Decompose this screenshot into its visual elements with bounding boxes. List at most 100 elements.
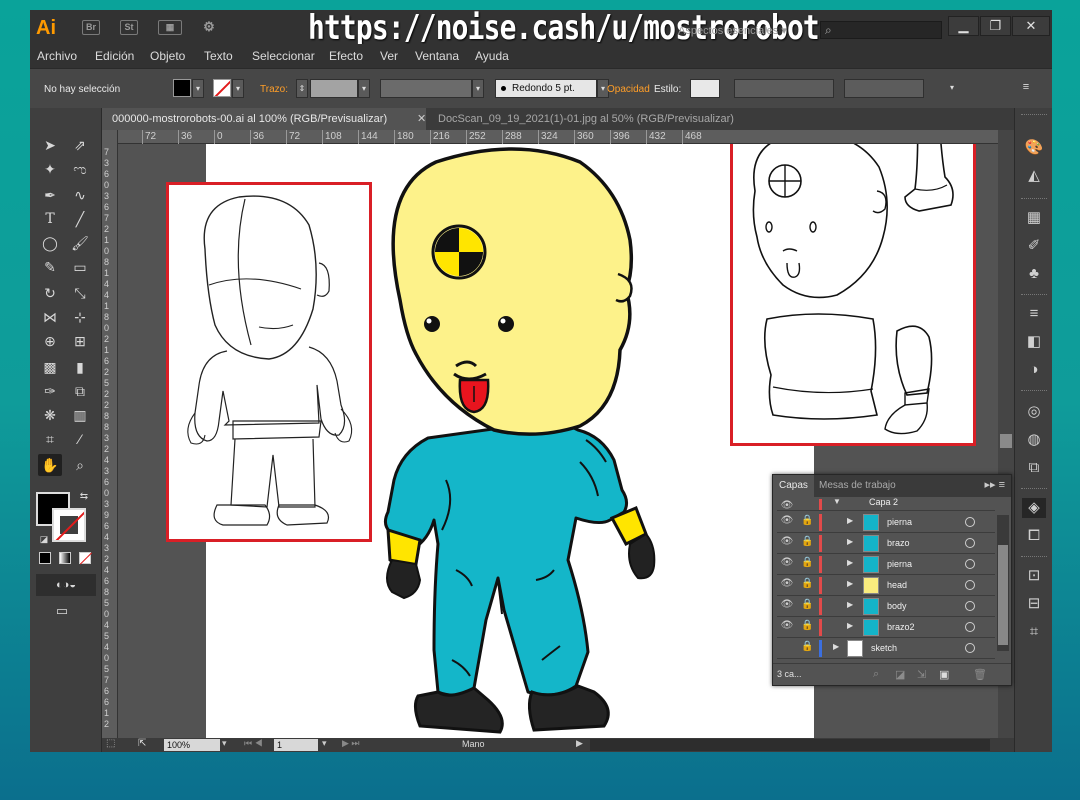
search-input[interactable]: ⌕ bbox=[820, 21, 942, 39]
gradient-panel-icon[interactable]: ◧ bbox=[1022, 332, 1046, 352]
stroke-weight-field[interactable] bbox=[310, 79, 358, 98]
locate-object-icon[interactable]: ⌕ bbox=[873, 668, 879, 681]
gpu-status-icon[interactable]: ⬚ bbox=[106, 738, 115, 749]
visibility-eye-icon[interactable]: 👁 bbox=[780, 515, 794, 526]
stock-icon[interactable]: St bbox=[120, 20, 138, 35]
pathfinder-panel-icon[interactable]: ⌗ bbox=[1022, 622, 1046, 642]
variable-width-dropdown-icon[interactable]: ▾ bbox=[472, 79, 484, 98]
menu-efecto[interactable]: Efecto bbox=[329, 49, 363, 63]
direct-selection-tool-icon[interactable]: ⇗ bbox=[68, 134, 92, 156]
mesh-tool-icon[interactable]: ▩ bbox=[38, 356, 62, 378]
graphic-style-swatch[interactable] bbox=[690, 79, 720, 98]
lasso-tool-icon[interactable]: ಌ bbox=[68, 158, 92, 180]
scale-tool-icon[interactable]: ⤡ bbox=[68, 282, 92, 304]
zoom-dropdown-icon[interactable]: ▾ bbox=[222, 738, 227, 749]
target-icon[interactable] bbox=[965, 643, 975, 653]
share-icon[interactable]: ⇱ bbox=[138, 738, 146, 749]
bridge-icon[interactable]: Br bbox=[82, 20, 100, 35]
make-clipping-mask-icon[interactable]: ◪ bbox=[895, 668, 905, 681]
visibility-eye-icon[interactable]: 👁 bbox=[780, 536, 794, 547]
slice-tool-icon[interactable]: ⁄ bbox=[68, 428, 92, 450]
gradient-mode-icon[interactable] bbox=[56, 550, 74, 566]
lock-icon[interactable]: 🔒 bbox=[801, 599, 813, 610]
paintbrush-tool-icon[interactable]: 🖌 bbox=[68, 232, 92, 254]
visibility-eye-icon[interactable]: 👁 bbox=[780, 557, 794, 568]
sketch-reference-left[interactable] bbox=[166, 182, 372, 542]
variable-width-field[interactable] bbox=[380, 79, 472, 98]
expand-arrow-icon[interactable]: ▶ bbox=[847, 516, 853, 525]
visibility-eye-icon[interactable]: 👁 bbox=[780, 620, 794, 631]
layer-row[interactable]: 👁 🔒 ▶ body bbox=[777, 596, 995, 617]
arrange-documents-icon[interactable]: ▦ bbox=[158, 20, 182, 35]
stroke-color-box[interactable] bbox=[52, 508, 86, 542]
blend-tool-icon[interactable]: ⧉ bbox=[68, 380, 92, 402]
menu-seleccionar[interactable]: Seleccionar bbox=[252, 49, 315, 63]
layers-scroll-thumb[interactable] bbox=[998, 545, 1008, 645]
visibility-eye-icon[interactable]: 👁 bbox=[780, 599, 794, 610]
lock-icon[interactable]: 🔒 bbox=[801, 641, 813, 652]
visibility-eye-icon[interactable]: 👁 bbox=[780, 500, 794, 510]
vertical-ruler[interactable]: 7360367210814418021625228832436039643246… bbox=[102, 130, 118, 738]
menu-ventana[interactable]: Ventana bbox=[415, 49, 459, 63]
expand-arrow-icon[interactable]: ▶ bbox=[847, 621, 853, 630]
target-icon[interactable] bbox=[965, 580, 975, 590]
control-bar-menu-icon[interactable]: ≡ bbox=[1020, 79, 1032, 98]
graphic-styles-icon[interactable]: ◍ bbox=[1022, 430, 1046, 450]
column-graph-tool-icon[interactable]: ▥ bbox=[68, 404, 92, 426]
menu-texto[interactable]: Texto bbox=[204, 49, 233, 63]
layers-export-icon[interactable]: ⧉ bbox=[1022, 458, 1046, 478]
align-panel-icon[interactable]: ⊟ bbox=[1022, 594, 1046, 614]
lock-icon[interactable]: 🔒 bbox=[801, 536, 813, 547]
drawing-modes-icon[interactable]: ◐◑◒ bbox=[36, 574, 96, 596]
brush-definition-field[interactable]: Redondo 5 pt. bbox=[495, 79, 597, 98]
transform-panel-icon[interactable]: ⊡ bbox=[1022, 566, 1046, 586]
line-tool-icon[interactable]: ╱ bbox=[68, 208, 92, 230]
scanned-parts-reference[interactable] bbox=[730, 144, 976, 446]
swatches-panel-icon[interactable]: ▦ bbox=[1022, 208, 1046, 228]
minimize-button[interactable]: ▁ bbox=[948, 16, 979, 36]
tab-mesas-de-trabajo[interactable]: Mesas de trabajo bbox=[813, 475, 902, 497]
visibility-eye-icon[interactable]: 👁 bbox=[780, 578, 794, 589]
tab-docscan[interactable]: DocScan_09_19_2021(1)-01.jpg al 50% (RGB… bbox=[428, 108, 808, 130]
menu-ver[interactable]: Ver bbox=[380, 49, 398, 63]
layer-row[interactable]: 👁 🔒 ▶ brazo2 bbox=[777, 617, 995, 638]
scroll-thumb[interactable] bbox=[1000, 434, 1012, 448]
color-guide-icon[interactable]: ◭ bbox=[1022, 166, 1046, 186]
delete-layer-icon[interactable]: 🗑 bbox=[973, 668, 987, 681]
target-icon[interactable] bbox=[965, 622, 975, 632]
workspace-switcher[interactable]: Aspectos esenciales ▾ bbox=[678, 24, 787, 37]
default-colors-icon[interactable]: ◪ bbox=[32, 528, 56, 550]
next-artboard-icon[interactable]: ▶ ⏭ bbox=[342, 738, 360, 749]
lock-icon[interactable]: 🔒 bbox=[801, 578, 813, 589]
target-icon[interactable] bbox=[965, 559, 975, 569]
menu-edicion[interactable]: Edición bbox=[95, 49, 134, 63]
document-setup-button[interactable] bbox=[734, 79, 834, 98]
selection-tool-icon[interactable]: ➤ bbox=[38, 134, 62, 156]
menu-objeto[interactable]: Objeto bbox=[150, 49, 185, 63]
status-menu-icon[interactable]: ▶ bbox=[576, 738, 583, 749]
fill-dropdown-icon[interactable]: ▾ bbox=[192, 79, 204, 98]
eyedropper-tool-icon[interactable]: ✑ bbox=[38, 380, 62, 402]
gradient-tool-icon[interactable]: ▮ bbox=[68, 356, 92, 378]
layer-row[interactable]: 👁 🔒 ▶ pierna bbox=[777, 554, 995, 575]
width-tool-icon[interactable]: ⋈ bbox=[38, 306, 62, 328]
horizontal-scrollbar[interactable] bbox=[590, 739, 990, 751]
target-icon[interactable] bbox=[965, 538, 975, 548]
brushes-panel-icon[interactable]: ✐ bbox=[1022, 236, 1046, 256]
create-new-layer-icon[interactable]: ▣ bbox=[939, 668, 949, 681]
layer-row[interactable]: 👁 🔒 ▶ brazo bbox=[777, 533, 995, 554]
hand-tool-icon[interactable]: ✋ bbox=[38, 454, 62, 476]
fill-swatch[interactable] bbox=[173, 79, 191, 97]
zoom-tool-icon[interactable]: ⌕ bbox=[68, 454, 92, 476]
expand-arrow-icon[interactable]: ▶ bbox=[847, 579, 853, 588]
artboards-panel-icon[interactable]: ⧠ bbox=[1022, 526, 1046, 546]
color-panel-icon[interactable]: 🎨 bbox=[1022, 138, 1046, 158]
gpu-performance-icon[interactable]: ⚙ bbox=[200, 20, 218, 35]
swap-fill-stroke-icon[interactable]: ⇆ bbox=[72, 486, 96, 508]
symbols-panel-icon[interactable]: ♣ bbox=[1022, 264, 1046, 284]
expand-arrow-icon[interactable]: ▶ bbox=[833, 642, 839, 651]
expand-arrow-icon[interactable]: ▶ bbox=[847, 600, 853, 609]
preferences-button[interactable] bbox=[844, 79, 924, 98]
none-mode-icon[interactable] bbox=[76, 550, 94, 566]
restore-button[interactable]: ❐ bbox=[980, 16, 1011, 36]
